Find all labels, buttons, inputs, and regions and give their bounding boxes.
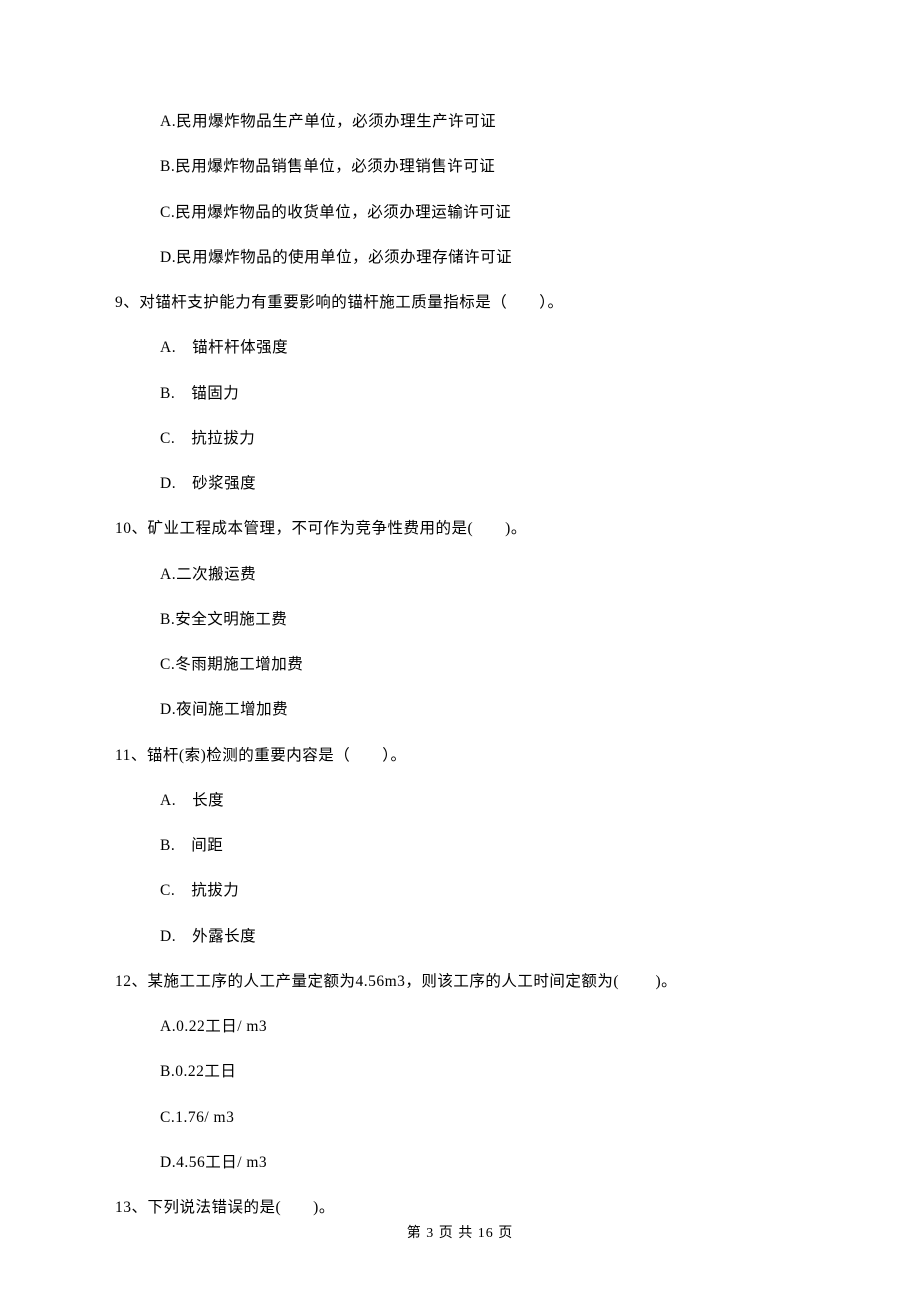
q8-option-d: D.民用爆炸物品的使用单位，必须办理存储许可证 [115, 246, 805, 269]
q11-option-c: C. 抗拔力 [115, 879, 805, 902]
q12-option-d: D.4.56工日/ m3 [115, 1151, 805, 1174]
q10-option-d: D.夜间施工增加费 [115, 698, 805, 721]
q11-option-b: B. 间距 [115, 834, 805, 857]
q10-option-b: B.安全文明施工费 [115, 608, 805, 631]
q8-option-c: C.民用爆炸物品的收货单位，必须办理运输许可证 [115, 201, 805, 224]
q9-option-a: A. 锚杆杆体强度 [115, 336, 805, 359]
page-footer: 第 3 页 共 16 页 [0, 1222, 920, 1242]
q9-option-d: D. 砂浆强度 [115, 472, 805, 495]
q11-option-d: D. 外露长度 [115, 925, 805, 948]
q10-option-a: A.二次搬运费 [115, 563, 805, 586]
q10-option-c: C.冬雨期施工增加费 [115, 653, 805, 676]
q13-text: 13、下列说法错误的是( )。 [115, 1196, 805, 1219]
q8-option-b: B.民用爆炸物品销售单位，必须办理销售许可证 [115, 155, 805, 178]
q9-option-c: C. 抗拉拔力 [115, 427, 805, 450]
q12-text: 12、某施工工序的人工产量定额为4.56m3，则该工序的人工时间定额为( )。 [115, 970, 805, 993]
q9-option-b: B. 锚固力 [115, 382, 805, 405]
q11-text: 11、锚杆(索)检测的重要内容是（ ）。 [115, 744, 805, 767]
q12-option-b: B.0.22工日 [115, 1060, 805, 1083]
q10-text: 10、矿业工程成本管理，不可作为竞争性费用的是( )。 [115, 517, 805, 540]
q12-option-c: C.1.76/ m3 [115, 1106, 805, 1129]
q8-option-a: A.民用爆炸物品生产单位，必须办理生产许可证 [115, 110, 805, 133]
q9-text: 9、对锚杆支护能力有重要影响的锚杆施工质量指标是（ ）。 [115, 291, 805, 314]
q12-option-a: A.0.22工日/ m3 [115, 1015, 805, 1038]
document-content: A.民用爆炸物品生产单位，必须办理生产许可证 B.民用爆炸物品销售单位，必须办理… [0, 0, 920, 1219]
q11-option-a: A. 长度 [115, 789, 805, 812]
